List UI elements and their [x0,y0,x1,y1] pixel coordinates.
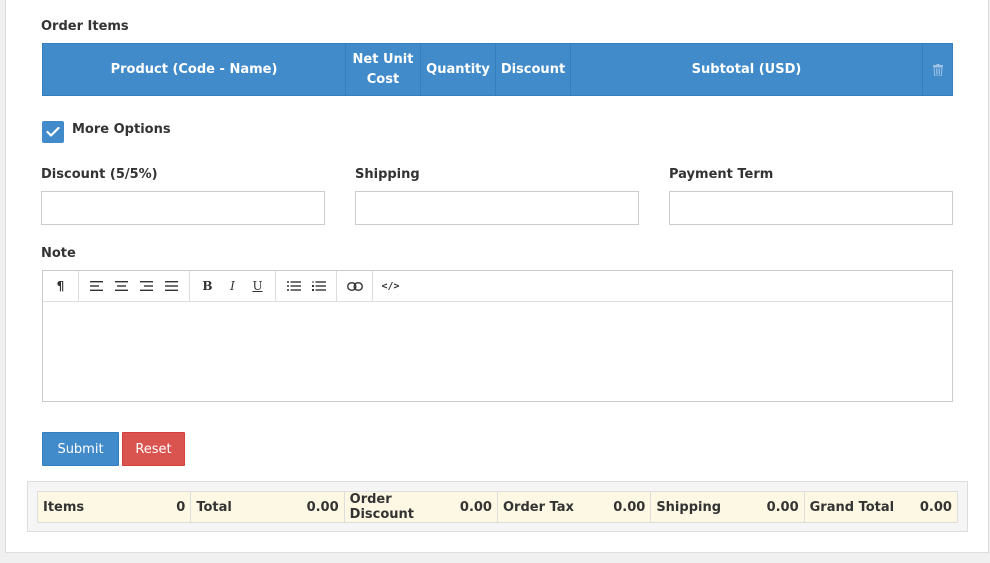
discount-input[interactable] [41,191,325,225]
col-quantity: Quantity [421,44,496,95]
more-options-label[interactable]: More Options [72,122,171,137]
total-order-discount: Order Discount 0.00 [345,492,498,522]
total-items: Items 0 [38,492,192,522]
col-subtotal: Subtotal (USD) [571,44,923,95]
payment-term-input[interactable] [669,191,953,225]
bullet-list-button[interactable] [281,274,306,299]
col-net-unit-cost-label: Net Unit Cost [352,51,414,87]
link-button[interactable] [342,274,367,299]
align-center-icon [115,281,128,291]
note-label: Note [41,246,76,261]
total-order-tax: Order Tax 0.00 [498,492,652,522]
reset-button[interactable]: Reset [122,432,185,466]
order-items-table-header: Product (Code - Name) Net Unit Cost Quan… [42,43,953,96]
align-left-icon [90,281,103,291]
trash-icon [932,63,943,76]
note-textarea[interactable] [43,302,952,401]
totals-footer: Items 0 Total 0.00 Order Discount 0.00 O… [27,481,968,532]
code-view-button[interactable]: </> [378,274,403,299]
align-left-button[interactable] [84,274,109,299]
list-group [276,271,337,301]
total-items-value: 0 [176,499,186,515]
underline-icon: U [252,279,263,293]
total-amount: Total 0.00 [191,492,345,522]
bold-icon: B [202,279,213,293]
numbered-list-icon [311,281,326,291]
align-justify-button[interactable] [159,274,184,299]
link-icon [346,281,363,291]
align-right-icon [140,281,153,291]
shipping-total-label: Shipping [656,499,722,515]
align-group [79,271,190,301]
shipping-total-value: 0.00 [766,499,799,515]
order-tax-label: Order Tax [502,499,574,515]
total-shipping: Shipping 0.00 [651,492,805,522]
grand-total-value: 0.00 [919,499,952,515]
shipping-label: Shipping [355,167,420,182]
note-editor: ¶ B I U </> [42,270,953,402]
align-right-button[interactable] [134,274,159,299]
underline-button[interactable]: U [245,274,270,299]
format-group: ¶ [43,271,79,301]
col-discount: Discount [496,44,571,95]
align-justify-icon [165,281,178,291]
bullet-list-icon [286,281,301,291]
order-items-title: Order Items [41,19,129,34]
style-group: B I U [190,271,276,301]
more-options-checkbox[interactable] [42,121,64,143]
order-discount-label: Order Discount [349,492,415,522]
total-amount-value: 0.00 [306,499,339,515]
totals-bar: Items 0 Total 0.00 Order Discount 0.00 O… [37,491,958,523]
order-discount-value: 0.00 [459,499,492,515]
check-icon [46,126,60,137]
numbered-list-button[interactable] [306,274,331,299]
total-items-label: Items [43,499,85,515]
shipping-input[interactable] [355,191,639,225]
italic-button[interactable]: I [220,274,245,299]
code-group: </> [373,271,408,301]
total-grand: Grand Total 0.00 [805,492,957,522]
editor-toolbar: ¶ B I U </> [43,271,952,302]
form-panel: Order Items Product (Code - Name) Net Un… [5,0,989,553]
link-group [337,271,373,301]
discount-label: Discount (5/5%) [41,167,158,182]
order-tax-value: 0.00 [613,499,646,515]
paragraph-format-button[interactable]: ¶ [48,274,73,299]
payment-term-label: Payment Term [669,167,774,182]
italic-icon: I [230,279,235,293]
paragraph-icon: ¶ [56,279,65,293]
bold-button[interactable]: B [195,274,220,299]
col-product: Product (Code - Name) [43,44,346,95]
align-center-button[interactable] [109,274,134,299]
col-delete [923,44,952,95]
total-amount-label: Total [196,499,232,515]
code-icon: </> [381,280,400,292]
grand-total-label: Grand Total [809,499,895,515]
col-net-unit-cost: Net Unit Cost [346,44,421,95]
submit-button[interactable]: Submit [42,432,119,466]
